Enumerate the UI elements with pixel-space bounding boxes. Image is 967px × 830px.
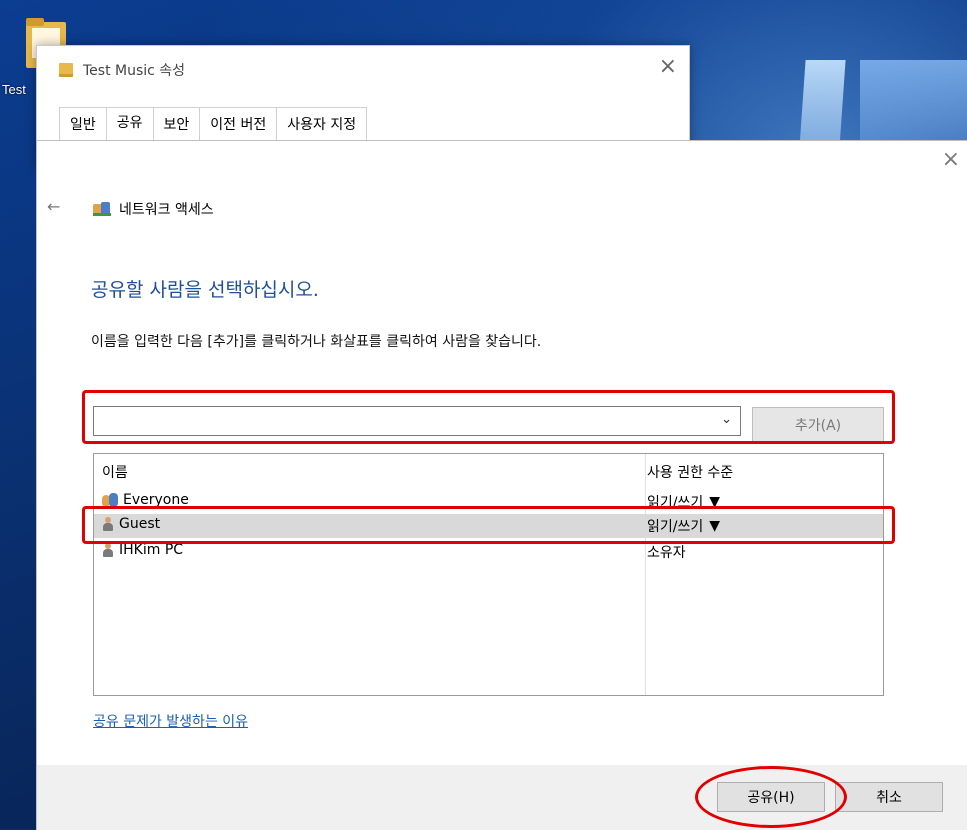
annotation-highlight-input	[82, 390, 895, 444]
group-icon	[102, 493, 118, 507]
page-title: 공유할 사람을 선택하십시오.	[91, 279, 319, 301]
user-list[interactable]: 이름 사용 권한 수준 Everyone 읽기/쓰기 ▼ Guest 읽기/쓰기…	[93, 453, 884, 696]
tab-previous-versions[interactable]: 이전 버전	[199, 107, 278, 141]
instruction-text: 이름을 입력한 다음 [추가]를 클릭하거나 화살표를 클릭하여 사람을 찾습니…	[91, 334, 542, 350]
properties-tabs: 일반 공유 보안 이전 버전 사용자 지정	[59, 107, 368, 141]
back-arrow-icon[interactable]: ←	[47, 197, 60, 216]
breadcrumb-label: 네트워크 액세스	[119, 202, 214, 218]
column-header-permission[interactable]: 사용 권한 수준	[647, 462, 733, 482]
folder-icon	[59, 63, 73, 77]
tab-customize[interactable]: 사용자 지정	[276, 107, 368, 141]
tab-general[interactable]: 일반	[59, 107, 107, 141]
network-access-dialog: × ← 네트워크 액세스 공유할 사람을 선택하십시오. 이름을 입력한 다음 …	[36, 140, 967, 830]
tab-security[interactable]: 보안	[152, 107, 201, 141]
breadcrumb: 네트워크 액세스	[93, 199, 214, 219]
annotation-highlight-share-button	[695, 766, 847, 828]
desktop-icon-label[interactable]: Test	[2, 82, 26, 97]
row-name-cell: IHKim PC	[102, 542, 183, 558]
column-header-name[interactable]: 이름	[102, 462, 128, 482]
cancel-button[interactable]: 취소	[835, 782, 943, 812]
row-permission: 소유자	[647, 545, 686, 561]
user-icon	[102, 543, 114, 557]
close-icon[interactable]: ×	[659, 54, 677, 79]
properties-title-text: Test Music 속성	[83, 63, 186, 79]
permission-cell: 소유자	[647, 542, 686, 562]
tab-sharing[interactable]: 공유	[105, 107, 154, 141]
annotation-highlight-guest-row	[82, 506, 895, 544]
row-name: IHKim PC	[119, 542, 184, 558]
network-users-icon	[93, 202, 111, 216]
help-link[interactable]: 공유 문제가 발생하는 이유	[93, 711, 248, 731]
properties-title: Test Music 속성	[59, 60, 185, 80]
close-icon[interactable]: ×	[942, 147, 960, 172]
